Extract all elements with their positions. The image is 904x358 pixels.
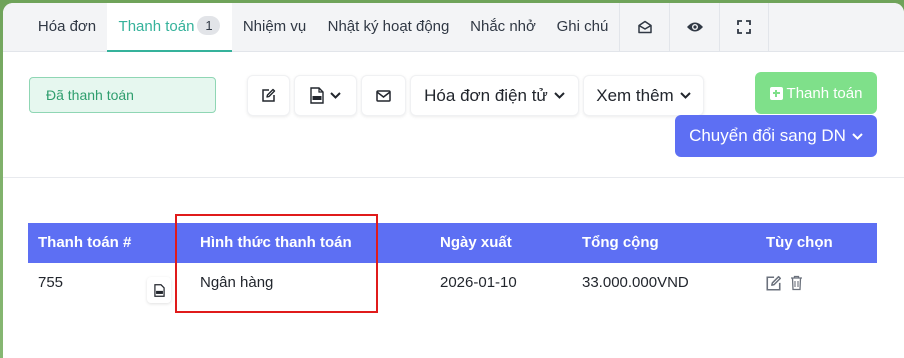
row-pdf-button[interactable]	[147, 277, 171, 303]
edit-icon	[766, 275, 782, 291]
eye-icon	[686, 22, 703, 32]
chevron-down-icon	[852, 132, 863, 140]
add-payment-button[interactable]: Thanh toán	[755, 72, 877, 114]
envelope-open-icon	[637, 20, 652, 34]
edit-row-button[interactable]	[765, 275, 782, 297]
tab-invoice[interactable]: Hóa đơn	[27, 3, 107, 52]
column-header-total: Tổng cộng	[582, 234, 659, 251]
convert-button[interactable]: Chuyển đổi sang DN	[675, 115, 877, 157]
payment-total-cell: 33.000.000VND	[582, 274, 689, 291]
tab-bar: Hóa đơn Thanh toán 1 Nhiệm vụ Nhật ký hoạ…	[3, 3, 904, 52]
column-header-date: Ngày xuất	[440, 234, 512, 251]
einvoice-dropdown-button[interactable]: Hóa đơn điện tử	[410, 75, 579, 116]
plus-square-icon	[769, 86, 783, 100]
edit-icon	[262, 88, 276, 102]
column-header-payment-id: Thanh toán #	[38, 234, 132, 251]
tab-payment[interactable]: Thanh toán 1	[107, 3, 232, 52]
tab-view[interactable]	[669, 3, 719, 52]
tab-notes[interactable]: Ghi chú	[546, 3, 619, 52]
status-badge: Đã thanh toán	[29, 77, 216, 113]
tab-count-badge: 1	[197, 16, 221, 35]
more-dropdown-button[interactable]: Xem thêm	[583, 75, 704, 116]
tab-fullscreen[interactable]	[719, 3, 769, 52]
section-divider	[3, 177, 904, 178]
payment-id-link[interactable]: 755	[38, 273, 63, 293]
invoice-panel: Hóa đơn Thanh toán 1 Nhiệm vụ Nhật ký hoạ…	[3, 3, 904, 358]
send-email-button[interactable]	[361, 75, 406, 116]
fullscreen-icon	[737, 20, 751, 34]
chevron-down-icon	[330, 92, 341, 99]
edit-button[interactable]	[247, 75, 290, 116]
pdf-dropdown-button[interactable]	[294, 75, 357, 116]
tab-tasks[interactable]: Nhiệm vụ	[232, 3, 317, 52]
payment-date-cell: 2026-01-10	[440, 274, 517, 291]
tab-activity-log[interactable]: Nhật ký hoạt động	[317, 3, 460, 52]
column-header-options: Tùy chọn	[766, 234, 833, 251]
delete-row-button[interactable]	[790, 275, 803, 296]
trash-icon	[791, 275, 802, 291]
envelope-icon	[376, 89, 391, 102]
chevron-down-icon	[680, 92, 691, 99]
tab-reminders[interactable]: Nhắc nhở	[460, 3, 546, 52]
pdf-icon	[153, 283, 165, 297]
payments-table-header: Thanh toán # Hình thức thanh toán Ngày x…	[28, 223, 877, 263]
tab-email[interactable]	[619, 3, 669, 52]
chevron-down-icon	[554, 92, 565, 99]
highlight-box	[175, 214, 378, 313]
pdf-icon	[310, 87, 324, 104]
